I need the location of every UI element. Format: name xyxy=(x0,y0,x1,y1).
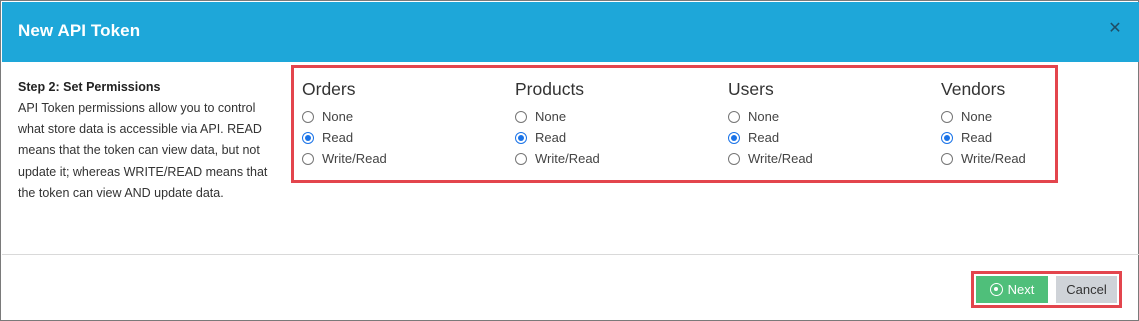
radio-button[interactable] xyxy=(941,152,953,165)
step-title: Step 2: Set Permissions xyxy=(18,80,161,94)
group-title: Products xyxy=(515,79,585,99)
radio-button[interactable] xyxy=(302,152,314,165)
radio-users-none[interactable]: None xyxy=(728,106,813,127)
radio-button[interactable] xyxy=(941,110,953,123)
permission-group-orders: Orders None Read Write/Read xyxy=(302,78,387,169)
radio-button[interactable] xyxy=(302,110,314,123)
dialog-header: New API Token ✕ xyxy=(2,2,1139,62)
group-title: Users xyxy=(728,79,774,99)
radio-orders-none[interactable]: None xyxy=(302,106,387,127)
radio-button[interactable] xyxy=(515,152,527,165)
radio-button[interactable] xyxy=(728,110,740,123)
radio-label: Read xyxy=(535,130,567,145)
cancel-button[interactable]: Cancel xyxy=(1056,276,1117,303)
radio-users-read[interactable]: Read xyxy=(728,127,813,148)
radio-button[interactable] xyxy=(728,152,740,165)
radio-products-read[interactable]: Read xyxy=(515,127,600,148)
step-info: Step 2: Set Permissions API Token permis… xyxy=(18,79,280,204)
radio-label: Read xyxy=(322,130,354,145)
radio-vendors-read[interactable]: Read xyxy=(941,127,1026,148)
radio-label: Write/Read xyxy=(322,151,387,166)
radio-products-write-read[interactable]: Write/Read xyxy=(515,148,600,169)
radio-users-write-read[interactable]: Write/Read xyxy=(728,148,813,169)
radio-label: None xyxy=(535,109,567,124)
close-icon[interactable]: ✕ xyxy=(1105,19,1125,39)
permission-group-users: Users None Read Write/Read xyxy=(728,78,813,169)
dialog: New API Token ✕ Step 2: Set Permissions … xyxy=(0,0,1139,321)
next-label: Next xyxy=(1007,282,1035,297)
radio-products-none[interactable]: None xyxy=(515,106,600,127)
radio-label: None xyxy=(748,109,780,124)
radio-button[interactable] xyxy=(728,131,740,144)
circle-dot-icon xyxy=(989,283,1003,296)
radio-label: Write/Read xyxy=(535,151,600,166)
radio-orders-write-read[interactable]: Write/Read xyxy=(302,148,387,169)
permission-group-products: Products None Read Write/Read xyxy=(515,78,600,169)
dialog-title: New API Token xyxy=(18,21,141,40)
radio-label: Read xyxy=(748,130,780,145)
radio-vendors-none[interactable]: None xyxy=(941,106,1026,127)
radio-button[interactable] xyxy=(515,131,527,144)
step-description: API Token permissions allow you to contr… xyxy=(18,101,268,200)
permission-group-vendors: Vendors None Read Write/Read xyxy=(941,78,1026,169)
radio-label: Write/Read xyxy=(748,151,813,166)
radio-orders-read[interactable]: Read xyxy=(302,127,387,148)
radio-button[interactable] xyxy=(302,131,314,144)
footer-divider xyxy=(2,254,1139,255)
next-button[interactable]: Next xyxy=(976,276,1048,303)
radio-label: Read xyxy=(961,130,993,145)
radio-button[interactable] xyxy=(515,110,527,123)
radio-button[interactable] xyxy=(941,131,953,144)
group-title: Vendors xyxy=(941,79,1006,99)
radio-vendors-write-read[interactable]: Write/Read xyxy=(941,148,1026,169)
radio-label: None xyxy=(961,109,993,124)
group-title: Orders xyxy=(302,79,356,99)
radio-label: None xyxy=(322,109,354,124)
permissions-panel: Orders None Read Write/Read Products Non… xyxy=(291,65,1058,183)
radio-label: Write/Read xyxy=(961,151,1026,166)
